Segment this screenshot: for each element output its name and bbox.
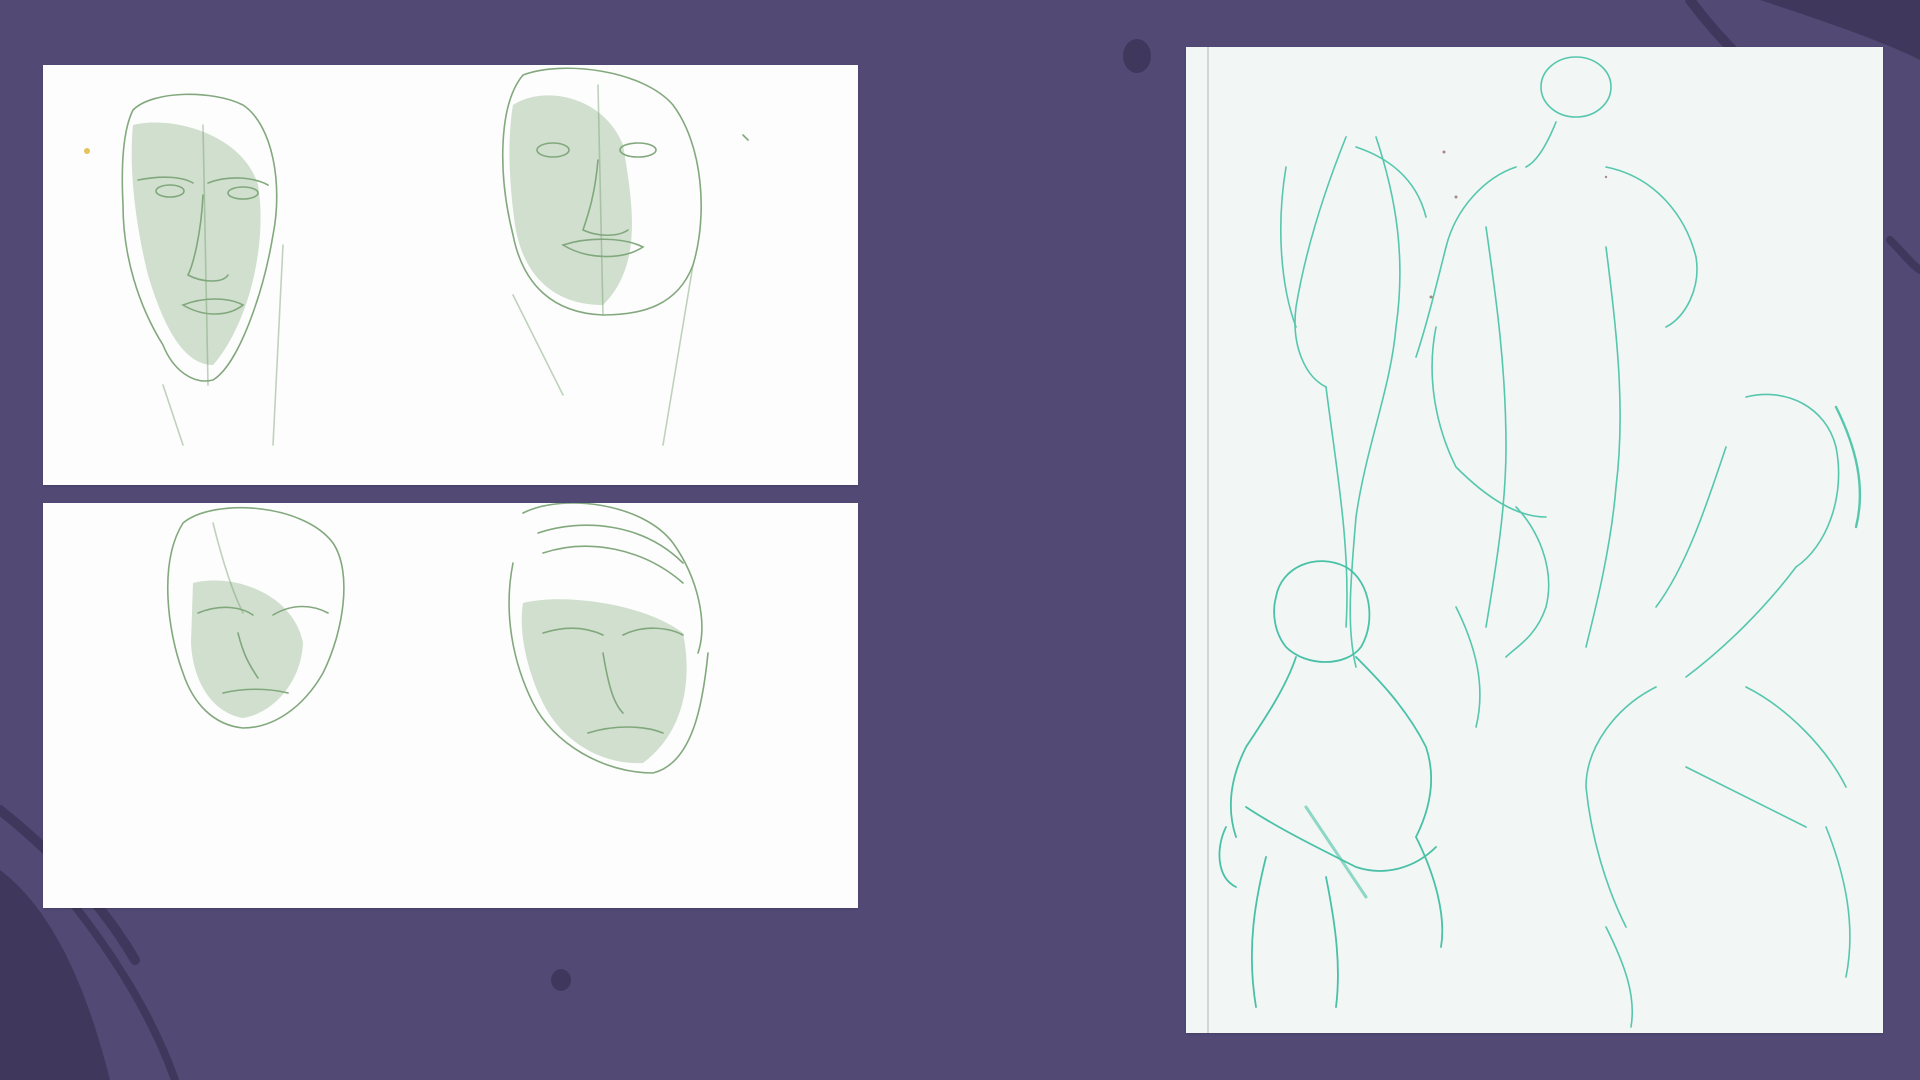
sketch-sheet-looking-down-faces (43, 503, 858, 908)
looking-down-faces-drawing (167, 503, 709, 774)
crouching-figure (1218, 560, 1444, 1008)
face-shading-left (131, 122, 261, 365)
sketch-sheet-figure-gestures (1186, 47, 1883, 1033)
sitting-figure-right (1585, 393, 1862, 1028)
sketch-sheet-front-faces (43, 65, 858, 485)
face-shading-hair (521, 599, 687, 764)
ink-dot-top (1123, 39, 1151, 73)
ink-specks (1429, 150, 1608, 299)
figure-gestures-drawing (1207, 47, 1862, 1033)
standing-figure-center (1415, 56, 1698, 728)
right-edge-stroke (1886, 236, 1920, 274)
front-faces-drawing (84, 67, 749, 446)
face-shading-bald (191, 580, 303, 718)
standing-figure-left (1280, 136, 1427, 668)
ink-dot-bottom (551, 969, 571, 991)
yellow-fleck (84, 148, 90, 154)
